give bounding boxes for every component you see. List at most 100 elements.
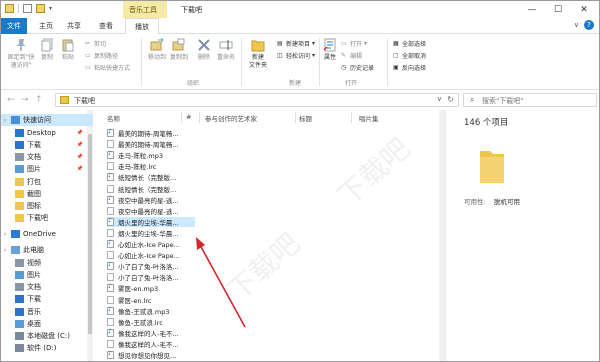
list-item[interactable]: 雾医-en.lrc: [107, 295, 195, 305]
invert-selection-icon: ▣: [393, 64, 399, 71]
invert-selection-button[interactable]: ▣ 反向选择: [393, 63, 426, 72]
sidebar-item[interactable]: 下载吧: [1, 212, 93, 224]
column-header-artists[interactable]: 参与创作的艺术家: [205, 113, 257, 123]
breadcrumb[interactable]: 下载吧: [74, 96, 95, 106]
pin-quick-access-button[interactable]: 固定到"快 速访问": [5, 38, 37, 70]
sidebar-item[interactable]: 下载: [1, 293, 93, 305]
list-item[interactable]: 小了白了兔-叶洛洛...: [107, 272, 195, 282]
move-to-button[interactable]: 移动到: [147, 38, 167, 62]
pin-icon: 📌: [76, 154, 83, 160]
new-item-button[interactable]: ▤ 新建项目 ▾: [277, 39, 315, 48]
divider[interactable]: [199, 112, 200, 123]
search-box[interactable]: ⌕ 搜索"下载吧": [463, 93, 597, 107]
help-icon[interactable]: ?: [584, 20, 594, 30]
close-button[interactable]: ✕: [571, 1, 597, 18]
chevron-right-icon[interactable]: ›: [1, 247, 9, 254]
list-item[interactable]: 心如止水-Ice Pape...: [107, 250, 195, 260]
properties-icon[interactable]: [23, 4, 32, 13]
refresh-icon[interactable]: ↻: [447, 95, 454, 104]
minimize-button[interactable]: —: [519, 1, 545, 18]
sidebar-item[interactable]: › 此电脑: [1, 244, 93, 256]
tab-play[interactable]: 播放: [125, 18, 159, 35]
column-header-name[interactable]: 名称: [107, 113, 120, 123]
sidebar-item-icon: [15, 178, 24, 186]
maximize-button[interactable]: ☐: [545, 1, 571, 18]
properties-button[interactable]: 属性: [321, 38, 339, 62]
list-item[interactable]: 烟火里的尘埃-华晨...: [107, 216, 195, 227]
customize-dropdown-icon[interactable]: ▾: [49, 5, 52, 12]
sidebar-item[interactable]: 本地磁盘 (C:): [1, 330, 93, 342]
list-item[interactable]: 像我这样的人-毛不...: [107, 328, 195, 338]
column-header-album[interactable]: 唱片集: [359, 113, 379, 123]
tab-view[interactable]: 查看: [94, 18, 118, 34]
group-new-label: 新建: [289, 80, 302, 87]
sidebar-item[interactable]: 图标: [1, 200, 93, 212]
list-item[interactable]: 夜空中最亮的星-逃...: [107, 206, 195, 216]
chevron-down-icon[interactable]: ∨: [437, 95, 442, 103]
tab-file[interactable]: 文件: [1, 18, 27, 34]
select-none-button[interactable]: ▢ 全部取消: [393, 51, 426, 60]
rename-button[interactable]: 重命名: [215, 38, 237, 62]
list-item[interactable]: 夜空中最亮的星-逃...: [107, 195, 195, 205]
paste-button[interactable]: 粘贴: [59, 38, 77, 62]
list-item[interactable]: 走马-陈粒.mp3: [107, 150, 195, 160]
list-item[interactable]: 烟火里的尘埃-华晨...: [107, 228, 195, 238]
open-button[interactable]: ▭ 打开 ▾: [341, 39, 367, 48]
list-item[interactable]: 走马-陈粒.lrc: [107, 161, 195, 171]
list-item[interactable]: 像我这样的人-毛不...: [107, 339, 195, 349]
forward-button[interactable]: →: [21, 95, 29, 105]
copy-path-button[interactable]: ▭ 复制路径: [85, 51, 118, 60]
sidebar-item[interactable]: 文档: [1, 281, 93, 293]
up-button[interactable]: ↑: [35, 95, 43, 105]
collapse-ribbon-icon[interactable]: ∨: [574, 21, 579, 29]
sidebar-item[interactable]: 文档 📌: [1, 151, 93, 163]
path-box[interactable]: 下载吧 ∨ ↻: [55, 93, 459, 107]
divider[interactable]: [181, 112, 182, 123]
sidebar-item[interactable]: › 快速访问: [1, 114, 93, 126]
list-item[interactable]: 像鱼-王贰浪.mp3: [107, 306, 195, 316]
paste-shortcut-button[interactable]: ▭ 粘贴快捷方式: [85, 63, 130, 72]
list-item[interactable]: 纸短情长（完整版...: [107, 184, 195, 194]
divider[interactable]: [351, 112, 352, 123]
history-button[interactable]: ◷ 历史记录: [341, 63, 374, 72]
sidebar-item[interactable]: 打包: [1, 176, 93, 188]
sidebar-item[interactable]: › OneDrive: [1, 228, 93, 240]
sidebar-item[interactable]: 图片: [1, 269, 93, 281]
sidebar-item[interactable]: 图片 📌: [1, 163, 93, 175]
list-item[interactable]: 最美的期待-周笔畅...: [107, 128, 195, 138]
list-item[interactable]: 纸短情长（完整版...: [107, 172, 195, 182]
cut-button[interactable]: ✂ 剪切: [85, 39, 106, 48]
tab-share[interactable]: 共享: [61, 18, 87, 34]
list-item[interactable]: 想见你想见你想见...: [107, 350, 195, 360]
column-header-number[interactable]: #: [186, 113, 191, 123]
new-folder-icon[interactable]: [36, 4, 45, 13]
chevron-right-icon[interactable]: ›: [1, 231, 9, 238]
file-name: 心如止水-Ice Pape...: [118, 252, 180, 261]
back-button[interactable]: ←: [7, 95, 15, 105]
sidebar-item[interactable]: Desktop 📌: [1, 127, 93, 139]
divider[interactable]: [295, 112, 296, 123]
tab-home[interactable]: 主页: [35, 18, 57, 34]
easy-access-button[interactable]: ◫ 轻松访问 ▾: [277, 51, 315, 60]
new-folder-button[interactable]: 新建 文件夹: [245, 38, 271, 70]
sidebar-item[interactable]: 下载 📌: [1, 139, 93, 151]
list-item[interactable]: 小了白了兔-叶洛洛...: [107, 261, 195, 271]
sidebar-item-label: 打包: [27, 178, 41, 186]
list-item[interactable]: 最美的期待-周笔畅...: [107, 139, 195, 149]
copy-button[interactable]: 复制: [39, 38, 55, 62]
list-item[interactable]: 心如止水-Ice Pape...: [107, 239, 195, 249]
sidebar-item[interactable]: 截图: [1, 188, 93, 200]
column-header-title[interactable]: 标题: [299, 113, 312, 123]
copy-to-button[interactable]: 复制到: [169, 38, 189, 62]
list-item[interactable]: 像鱼-王贰浪.lrc: [107, 317, 195, 327]
select-all-button[interactable]: ▦ 全部选择: [393, 39, 426, 48]
delete-button[interactable]: 删除: [195, 38, 213, 62]
sidebar-item[interactable]: 视频: [1, 257, 93, 269]
list-item[interactable]: 雾医-en.mp3: [107, 283, 195, 293]
search-input[interactable]: 搜索"下载吧": [482, 96, 523, 106]
edit-button[interactable]: ✎ 编辑: [341, 51, 362, 60]
sidebar-item[interactable]: 音乐: [1, 306, 93, 318]
chevron-right-icon[interactable]: ›: [1, 117, 9, 124]
sidebar-item[interactable]: 软件 (D:): [1, 342, 93, 354]
sidebar-item[interactable]: 桌面: [1, 318, 93, 330]
